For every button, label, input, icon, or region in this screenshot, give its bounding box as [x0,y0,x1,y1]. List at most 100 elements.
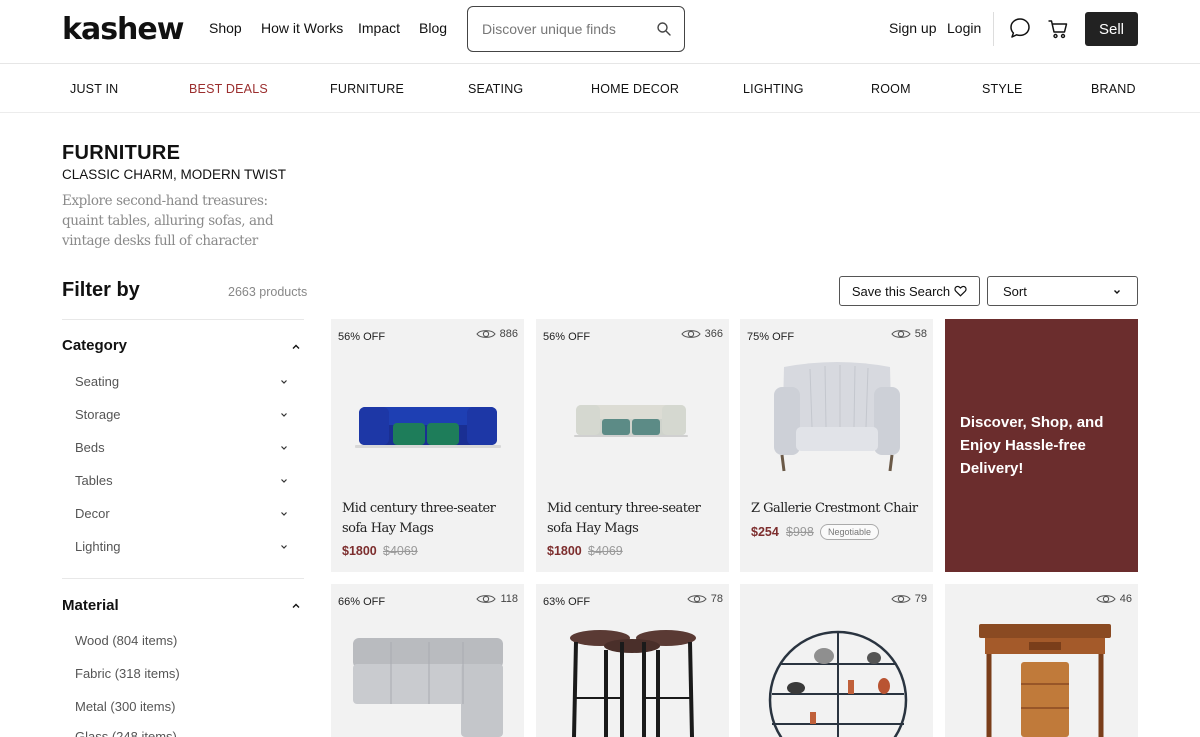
site-logo[interactable]: kashew [62,12,184,47]
nav-impact[interactable]: Impact [358,20,400,36]
sort-dropdown[interactable]: Sort [987,276,1138,306]
view-count: 366 [680,328,723,340]
eye-icon [476,595,497,603]
sofa-image[interactable] [566,397,696,457]
save-search-label: Save this Search [851,283,951,299]
product-count: 2663 products [228,285,308,299]
view-count: 886 [475,328,518,340]
product-card[interactable]: 46 [945,584,1138,737]
search-input[interactable] [482,19,652,39]
negotiable-tag: Negotiable [820,524,880,540]
category-best-deals[interactable]: BEST DEALS [189,82,268,96]
product-price: $1800 [342,544,377,558]
page-subtitle: CLASSIC CHARM, MODERN TWIST [62,167,287,182]
product-price: $254 [751,525,779,539]
header-divider [993,12,994,46]
view-count: 46 [1096,593,1132,605]
round-shelf-image[interactable] [766,628,910,737]
filter-item-storage[interactable]: Storage [75,407,121,422]
chevron-up-icon[interactable] [290,600,302,612]
eye-icon [687,595,707,603]
product-card[interactable]: 56% OFF 886 Mid century three-seater sof… [331,319,524,572]
chat-icon[interactable] [1009,17,1031,39]
category-seating[interactable]: SEATING [468,82,523,96]
search-icon[interactable] [656,21,672,37]
product-card[interactable]: 79 [740,584,933,737]
nav-how-it-works[interactable]: How it Works [261,20,343,36]
eye-icon [891,595,911,603]
filter-item-wood[interactable]: Wood (804 items) [75,633,177,648]
filter-item-decor[interactable]: Decor [75,506,110,521]
view-count-value: 78 [710,593,723,605]
filter-item-lighting[interactable]: Lighting [75,539,121,554]
bar-stools-image[interactable] [566,628,700,737]
save-search-button[interactable]: Save this Search [839,276,980,306]
filter-divider [62,578,304,579]
material-filter-title[interactable]: Material [62,597,119,614]
chevron-down-icon[interactable] [278,508,290,520]
view-count-value: 118 [500,593,518,605]
chevron-up-icon[interactable] [290,341,302,353]
eye-icon [475,330,496,338]
promo-banner[interactable]: Discover, Shop, and Enjoy Hassle-free De… [945,319,1138,572]
filter-item-fabric[interactable]: Fabric (318 items) [75,666,180,681]
category-style[interactable]: STYLE [982,82,1023,96]
filter-item-seating[interactable]: Seating [75,374,119,389]
product-title[interactable]: Mid century three-seater sofa Hay Mags [342,499,522,539]
view-count-value: 366 [704,328,723,340]
cart-icon[interactable] [1047,18,1069,40]
filter-item-glass[interactable]: Glass (248 items) [75,729,177,737]
category-brand[interactable]: BRAND [1091,82,1136,96]
nav-shop[interactable]: Shop [209,20,242,36]
category-bar: JUST IN BEST DEALS FURNITURE SEATING HOM… [0,64,1200,113]
search-box [467,6,685,52]
category-just-in[interactable]: JUST IN [70,82,118,96]
view-count: 79 [891,593,927,605]
sign-up-link[interactable]: Sign up [889,20,936,36]
product-price: $1800 [547,544,582,558]
product-old-price: $4069 [383,544,418,558]
discount-badge: 66% OFF [338,596,386,608]
product-card[interactable]: 66% OFF 118 [331,584,524,737]
view-count: 58 [891,328,927,340]
chevron-down-icon[interactable] [278,442,290,454]
eye-icon [891,330,911,338]
sofa-image[interactable] [349,393,509,463]
filter-divider [62,319,304,320]
filter-item-beds[interactable]: Beds [75,440,105,455]
view-count-value: 46 [1119,593,1132,605]
sectional-sofa-image[interactable] [351,634,505,737]
product-card[interactable]: 75% OFF 58 Z Gallerie Crestmont Chair $2… [740,319,933,572]
chevron-down-icon[interactable] [278,409,290,421]
category-room[interactable]: ROOM [871,82,911,96]
product-title[interactable]: Z Gallerie Crestmont Chair [751,499,931,519]
category-furniture[interactable]: FURNITURE [330,82,404,96]
category-lighting[interactable]: LIGHTING [743,82,804,96]
nav-blog[interactable]: Blog [419,20,447,36]
chevron-down-icon[interactable] [278,475,290,487]
filter-item-tables[interactable]: Tables [75,473,113,488]
category-home-decor[interactable]: HOME DECOR [591,82,679,96]
discount-badge: 56% OFF [543,331,591,343]
page-title: FURNITURE [62,142,181,164]
antique-desk-image[interactable] [975,622,1115,737]
filter-item-metal[interactable]: Metal (300 items) [75,699,175,714]
view-count-value: 886 [499,328,518,340]
product-old-price: $998 [786,525,814,539]
product-title[interactable]: Mid century three-seater sofa Hay Mags [547,499,727,539]
chevron-down-icon[interactable] [278,376,290,388]
sort-label: Sort [1003,284,1027,299]
category-filter-title[interactable]: Category [62,337,127,354]
login-link[interactable]: Login [947,20,981,36]
view-count: 118 [476,593,518,605]
discount-badge: 56% OFF [338,331,386,343]
product-card[interactable]: 56% OFF 366 Mid century three-seater sof… [536,319,729,572]
sell-button[interactable]: Sell [1085,12,1138,46]
heart-icon [954,285,967,297]
view-count-value: 58 [914,328,927,340]
discount-badge: 63% OFF [543,596,591,608]
armchair-image[interactable] [770,357,904,477]
chevron-down-icon [1114,290,1120,294]
chevron-down-icon[interactable] [278,541,290,553]
product-card[interactable]: 63% OFF 78 [536,584,729,737]
